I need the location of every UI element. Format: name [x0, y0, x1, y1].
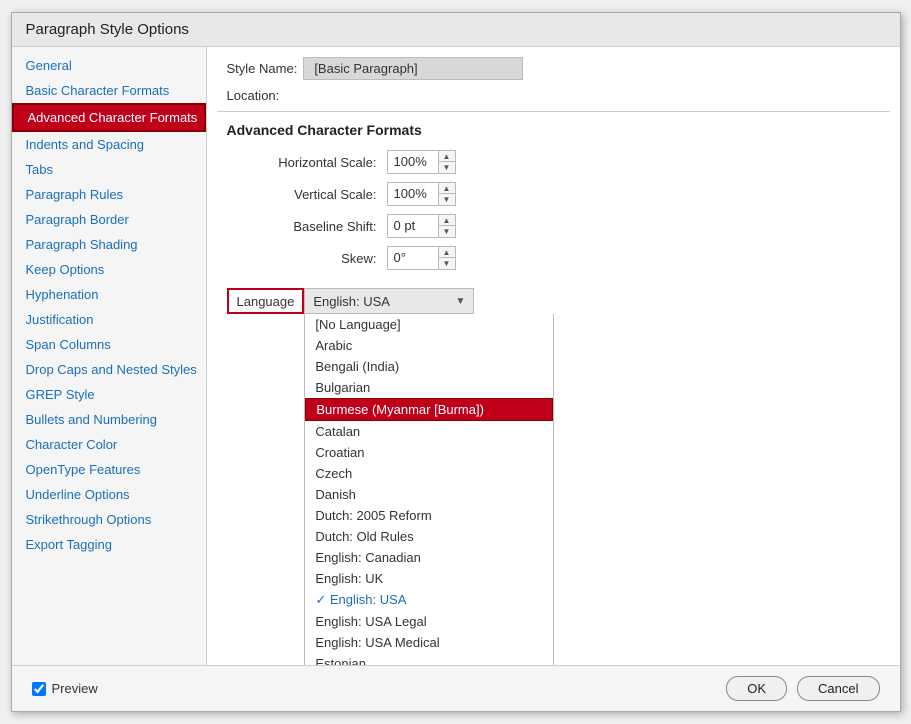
footer-buttons: OK Cancel — [726, 676, 879, 701]
vertical-scale-label: Vertical Scale: — [227, 187, 387, 202]
sidebar-item-para-border[interactable]: Paragraph Border — [12, 207, 206, 232]
baseline-shift-row: Baseline Shift: 0 pt ▲ ▼ — [227, 214, 880, 238]
vertical-scale-up[interactable]: ▲ — [439, 183, 455, 194]
paragraph-style-dialog: Paragraph Style Options GeneralBasic Cha… — [11, 12, 901, 712]
language-option-bulgarian[interactable]: Bulgarian — [305, 377, 553, 398]
language-option-dutch-old[interactable]: Dutch: Old Rules — [305, 526, 553, 547]
horizontal-scale-label: Horizontal Scale: — [227, 155, 387, 170]
sidebar: GeneralBasic Character FormatsAdvanced C… — [12, 47, 207, 665]
style-name-value: [Basic Paragraph] — [303, 57, 523, 80]
skew-up[interactable]: ▲ — [439, 247, 455, 258]
language-option-estonian[interactable]: Estonian — [305, 653, 553, 665]
language-selected-value: English: USA — [313, 294, 390, 309]
vertical-scale-value: 100% — [388, 182, 438, 206]
language-option-bengali[interactable]: Bengali (India) — [305, 356, 553, 377]
preview-section: Preview — [32, 681, 98, 696]
sidebar-item-para-rules[interactable]: Paragraph Rules — [12, 182, 206, 207]
baseline-shift-up[interactable]: ▲ — [439, 215, 455, 226]
language-option-burmese[interactable]: Burmese (Myanmar [Burma]) — [305, 398, 553, 421]
sidebar-item-keep-options[interactable]: Keep Options — [12, 257, 206, 282]
ok-button[interactable]: OK — [726, 676, 787, 701]
baseline-shift-down[interactable]: ▼ — [439, 226, 455, 237]
dropdown-arrow-icon: ▼ — [455, 296, 465, 307]
style-name-label: Style Name: — [227, 61, 298, 76]
language-option-arabic[interactable]: Arabic — [305, 335, 553, 356]
main-content: Style Name: [Basic Paragraph] Location: … — [207, 47, 900, 665]
language-select-header[interactable]: English: USA ▼ — [304, 288, 474, 314]
skew-value: 0° — [388, 246, 438, 270]
sidebar-item-justification[interactable]: Justification — [12, 307, 206, 332]
sidebar-item-export[interactable]: Export Tagging — [12, 532, 206, 557]
sidebar-item-hyphenation[interactable]: Hyphenation — [12, 282, 206, 307]
preview-label: Preview — [52, 681, 98, 696]
sidebar-item-strikethrough[interactable]: Strikethrough Options — [12, 507, 206, 532]
vertical-scale-input[interactable]: 100% ▲ ▼ — [387, 182, 456, 206]
sidebar-item-drop-caps[interactable]: Drop Caps and Nested Styles — [12, 357, 206, 382]
horizontal-scale-row: Horizontal Scale: 100% ▲ ▼ — [227, 150, 880, 174]
cancel-button[interactable]: Cancel — [797, 676, 879, 701]
language-option-english-usa-legal[interactable]: English: USA Legal — [305, 611, 553, 632]
horizontal-scale-arrows: ▲ ▼ — [438, 151, 455, 173]
language-option-croatian[interactable]: Croatian — [305, 442, 553, 463]
vertical-scale-arrows: ▲ ▼ — [438, 183, 455, 205]
language-option-dutch-2005[interactable]: Dutch: 2005 Reform — [305, 505, 553, 526]
dialog-footer: Preview OK Cancel — [12, 665, 900, 711]
language-option-english-usa-medical[interactable]: English: USA Medical — [305, 632, 553, 653]
baseline-shift-input[interactable]: 0 pt ▲ ▼ — [387, 214, 456, 238]
skew-row: Skew: 0° ▲ ▼ — [227, 246, 880, 270]
sidebar-item-opentype[interactable]: OpenType Features — [12, 457, 206, 482]
language-select-wrapper: English: USA ▼ [No Language]ArabicBengal… — [304, 288, 474, 314]
vertical-scale-row: Vertical Scale: 100% ▲ ▼ — [227, 182, 880, 206]
location-label: Location: — [227, 88, 280, 103]
horizontal-scale-down[interactable]: ▼ — [439, 162, 455, 173]
location-bar: Location: — [207, 86, 900, 111]
baseline-shift-arrows: ▲ ▼ — [438, 215, 455, 237]
sidebar-item-indents[interactable]: Indents and Spacing — [12, 132, 206, 157]
language-option-no-lang[interactable]: [No Language] — [305, 314, 553, 335]
dialog-body: GeneralBasic Character FormatsAdvanced C… — [12, 47, 900, 665]
section-title: Advanced Character Formats — [207, 112, 900, 150]
language-option-english-uk[interactable]: English: UK — [305, 568, 553, 589]
sidebar-item-grep-style[interactable]: GREP Style — [12, 382, 206, 407]
horizontal-scale-value: 100% — [388, 150, 438, 174]
skew-input[interactable]: 0° ▲ ▼ — [387, 246, 456, 270]
skew-label: Skew: — [227, 251, 387, 266]
form-area: Horizontal Scale: 100% ▲ ▼ Vertical Scal… — [207, 150, 900, 278]
baseline-shift-value: 0 pt — [388, 214, 438, 238]
preview-checkbox[interactable] — [32, 682, 46, 696]
skew-down[interactable]: ▼ — [439, 258, 455, 269]
sidebar-item-char-color[interactable]: Character Color — [12, 432, 206, 457]
sidebar-item-para-shading[interactable]: Paragraph Shading — [12, 232, 206, 257]
language-option-czech[interactable]: Czech — [305, 463, 553, 484]
horizontal-scale-up[interactable]: ▲ — [439, 151, 455, 162]
language-option-english-canadian[interactable]: English: Canadian — [305, 547, 553, 568]
vertical-scale-down[interactable]: ▼ — [439, 194, 455, 205]
language-option-english-usa[interactable]: English: USA — [305, 589, 553, 611]
horizontal-scale-input[interactable]: 100% ▲ ▼ — [387, 150, 456, 174]
baseline-shift-label: Baseline Shift: — [227, 219, 387, 234]
sidebar-item-bullets[interactable]: Bullets and Numbering — [12, 407, 206, 432]
sidebar-item-advanced-char[interactable]: Advanced Character Formats — [12, 103, 206, 132]
sidebar-item-general[interactable]: General — [12, 53, 206, 78]
dialog-title: Paragraph Style Options — [12, 13, 900, 47]
language-row: Language English: USA ▼ [No Language]Ara… — [207, 288, 900, 314]
language-dropdown-list[interactable]: [No Language]ArabicBengali (India)Bulgar… — [304, 314, 554, 665]
sidebar-item-basic-char[interactable]: Basic Character Formats — [12, 78, 206, 103]
language-option-danish[interactable]: Danish — [305, 484, 553, 505]
language-label: Language — [227, 288, 305, 314]
skew-arrows: ▲ ▼ — [438, 247, 455, 269]
sidebar-item-span-columns[interactable]: Span Columns — [12, 332, 206, 357]
sidebar-item-tabs[interactable]: Tabs — [12, 157, 206, 182]
language-option-catalan[interactable]: Catalan — [305, 421, 553, 442]
sidebar-item-underline[interactable]: Underline Options — [12, 482, 206, 507]
style-name-bar: Style Name: [Basic Paragraph] — [207, 47, 900, 86]
